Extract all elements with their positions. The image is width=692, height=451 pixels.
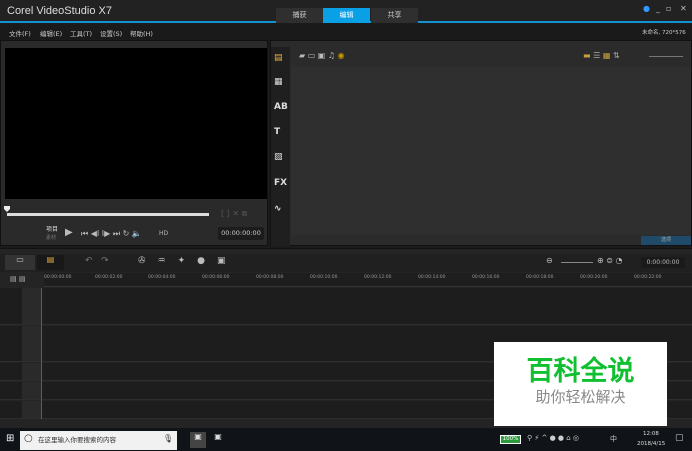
ruler-tick-label: 00:00:14:00 — [418, 275, 446, 280]
scrub-bar[interactable] — [7, 213, 209, 216]
scrubber-handle[interactable] — [4, 206, 10, 212]
track-manager-icon[interactable]: ▤ ▤ — [10, 275, 25, 283]
title-track-header[interactable] — [22, 363, 41, 380]
library-content — [291, 67, 691, 235]
overlay-track-header[interactable] — [22, 326, 41, 361]
graphic-icon[interactable]: ▧ — [274, 152, 283, 162]
hd-label[interactable]: HD — [159, 230, 168, 237]
watermark-title: 百科全说 — [526, 356, 635, 387]
watermark-logo: 百科全说 助你轻松解决 — [494, 342, 667, 426]
path-icon[interactable]: ∿ — [274, 204, 282, 214]
library-panel: ▤ ▦ AB T ▧ FX ∿ ▰ ▭ ▣ ♫ ◉ ▬ ☰ ▦ ⇅ 选项 — [270, 40, 692, 246]
tab-capture[interactable]: 捕获 — [276, 8, 323, 23]
thumbnail-size-slider[interactable] — [649, 56, 683, 57]
zoom-slider[interactable] — [561, 262, 593, 263]
app-title: Corel VideoStudio X7 — [7, 5, 112, 17]
ruler-tick-label: 00:00:18:00 — [526, 275, 554, 280]
restore-button[interactable]: ▫ — [666, 4, 671, 13]
timeline-timecode[interactable]: 0:00:00:00 — [641, 257, 685, 268]
view-toggle-icons[interactable]: ▬ ☰ ▦ ⇅ — [583, 51, 620, 60]
battery-indicator[interactable]: 100% — [500, 435, 521, 444]
ruler-tick-label: 00:00:00:00 — [44, 275, 72, 280]
clip-mode[interactable]: 素材 — [46, 234, 56, 241]
ruler-tick-label: 00:00:10:00 — [310, 275, 338, 280]
player-timecode[interactable]: 00:00:00:00 — [218, 227, 264, 240]
ruler-tick-label: 00:00:22:00 — [634, 275, 662, 280]
tray-icons[interactable]: ⚲ ⚡ ^ ● ● ⌂ ◎ — [527, 434, 579, 442]
menu-file[interactable]: 文件(F) — [9, 28, 31, 38]
ruler-tick-label: 00:00:06:00 — [202, 275, 230, 280]
media-icon[interactable]: ▤ — [274, 53, 283, 63]
title-icon[interactable]: T — [274, 127, 280, 137]
search-input[interactable]: 在这里输入你要搜索的内容 — [20, 431, 177, 450]
menu-tools[interactable]: 工具(T) — [70, 28, 92, 38]
video-track-header[interactable] — [22, 288, 41, 324]
play-icon[interactable]: ▶ — [65, 227, 73, 238]
preview-screen — [5, 48, 267, 199]
zoom-out-icon[interactable]: ⊖ — [546, 256, 553, 265]
menu-edit[interactable]: 编辑(E) — [40, 28, 62, 38]
windows-start-icon[interactable]: ⊞ — [6, 433, 14, 444]
close-button[interactable]: ✕ — [680, 4, 687, 13]
clock-date[interactable]: 2018/4/15 — [637, 441, 665, 447]
clock-time[interactable]: 12:08 — [643, 431, 659, 437]
project-info: 未命名, 720*576 — [642, 30, 686, 36]
timeline-view-button[interactable]: ▤ — [37, 255, 64, 270]
microphone-icon[interactable]: 🎙 — [163, 434, 173, 443]
app-icon-second[interactable]: ▣ — [210, 432, 226, 448]
ruler-tick-label: 00:00:12:00 — [364, 275, 392, 280]
tab-edit[interactable]: 编辑 — [323, 8, 370, 23]
voice-track-header[interactable] — [22, 382, 41, 399]
timeline-cursor — [41, 288, 42, 419]
timeline-tools-icons[interactable]: ✇♒✦●▣ — [138, 256, 238, 266]
time-ruler[interactable]: 00:00:00:00 00:00:02:00 00:00:04:00 00:0… — [44, 273, 692, 287]
menu-settings[interactable]: 设置(S) — [100, 28, 122, 38]
library-filter-icons[interactable]: ▰ ▭ ▣ ♫ ◉ — [299, 51, 345, 60]
ruler-tick-label: 00:00:08:00 — [256, 275, 284, 280]
project-mode[interactable]: 项目 — [46, 224, 58, 233]
notification-icon[interactable]: ▢ — [675, 433, 684, 443]
storyboard-view-button[interactable]: ▭ — [5, 255, 35, 270]
info-icon[interactable]: ● — [643, 4, 650, 13]
library-side-bar: ▤ ▦ AB T ▧ FX ∿ — [271, 47, 290, 246]
menu-bar: 文件(F) 编辑(E) 工具(T) 设置(S) 帮助(H) 未命名, 720*5… — [0, 25, 692, 39]
title-bar: Corel VideoStudio X7 捕获 编辑 共享 ● _ ▫ ✕ — [0, 0, 692, 23]
tab-share[interactable]: 共享 — [371, 8, 418, 23]
menu-help[interactable]: 帮助(H) — [130, 28, 153, 38]
ruler-tick-label: 00:00:04:00 — [148, 275, 176, 280]
ime-indicator[interactable]: 中 — [610, 434, 617, 444]
cortana-icon: ○ — [24, 433, 33, 444]
video-track[interactable] — [0, 288, 692, 325]
transition-icon[interactable]: AB — [274, 102, 288, 112]
mark-in-out-icon[interactable]: [ ] ✕ ⧉ — [221, 209, 247, 219]
ruler-tick-label: 00:00:16:00 — [472, 275, 500, 280]
player-panel: [ ] ✕ ⧉ 项目 素材 ▶ ⏮ ◀Ⅰ Ⅰ▶ ⏭ ↻ 🔈 HD 00:00:0… — [0, 40, 268, 246]
watermark-subtitle: 助你轻松解决 — [535, 388, 626, 406]
timeline-toolbar: ▭ ▤ ↶ ↷ ✇♒✦●▣ ⊖ ⊕ ⊜ ◔ 0:00:00:00 — [0, 254, 692, 272]
filter-icon[interactable]: FX — [274, 178, 287, 188]
ruler-tick-label: 00:00:20:00 — [580, 275, 608, 280]
app-icon-videostudio[interactable]: ▣ — [190, 432, 206, 448]
music-track-header[interactable] — [22, 401, 41, 418]
ruler-tick-label: 00:00:02:00 — [95, 275, 123, 280]
transport-controls-icon[interactable]: ⏮ ◀Ⅰ Ⅰ▶ ⏭ ↻ 🔈 — [81, 229, 142, 239]
zoom-in-icon[interactable]: ⊕ ⊜ ◔ — [597, 256, 622, 265]
options-button[interactable]: 选项 — [641, 236, 691, 245]
minimize-button[interactable]: _ — [656, 4, 660, 13]
instant-project-icon[interactable]: ▦ — [274, 77, 283, 87]
undo-redo-icons[interactable]: ↶ ↷ — [85, 256, 109, 266]
